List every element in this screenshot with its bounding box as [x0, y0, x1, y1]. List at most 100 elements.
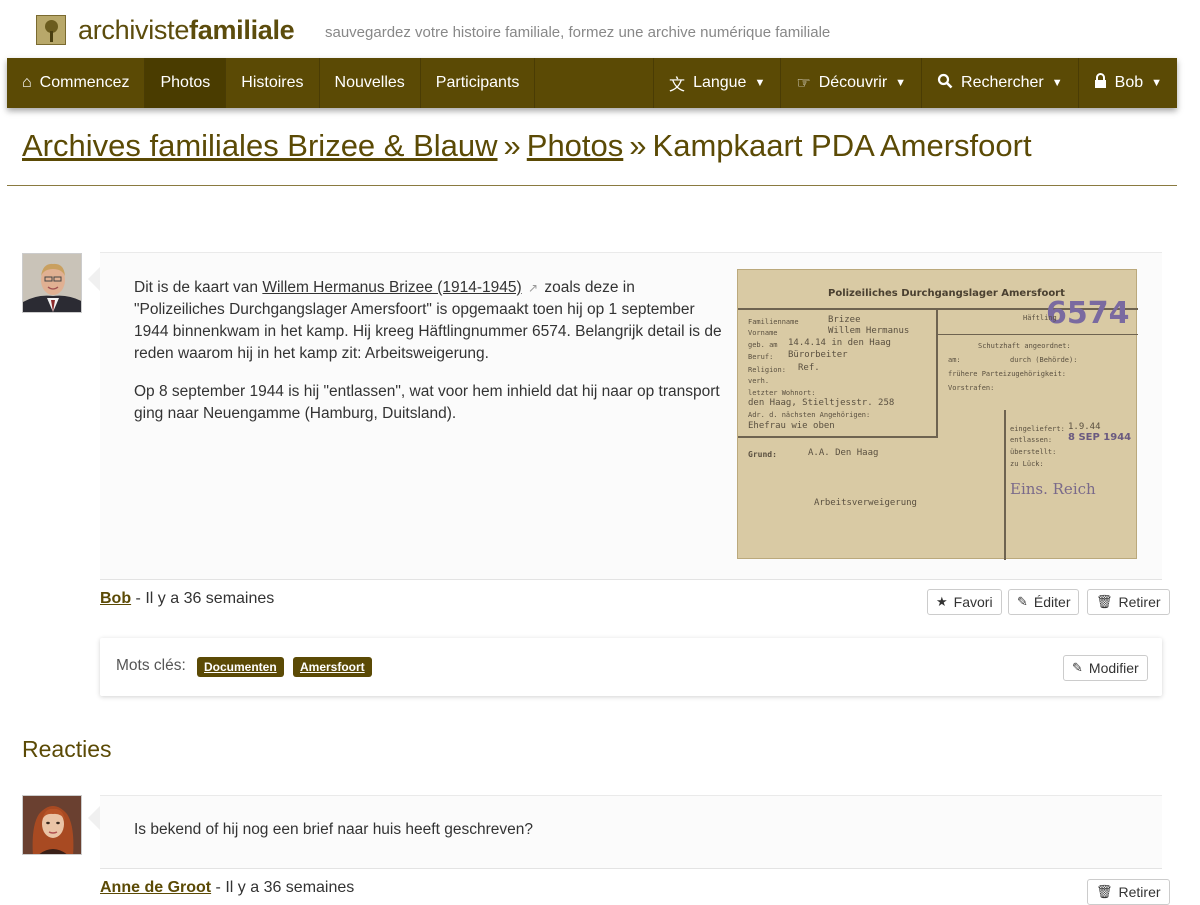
card-stamp: Eins. Reich — [1010, 480, 1096, 498]
chevron-down-icon: ▼ — [895, 77, 907, 89]
card-rule — [936, 308, 938, 438]
card-value-born: 14.4.14 in den Haag — [788, 338, 891, 348]
card-label-parteizugehorigkeit: frühere Parteizugehörigkeit: — [948, 370, 1067, 378]
card-label-uberstellt: überstellt: — [1010, 448, 1057, 456]
comment-text: Is bekend of hij nog een brief naar huis… — [134, 821, 533, 838]
brand-bold: familiale — [189, 14, 295, 45]
nav-langue[interactable]: 文 Langue ▼ — [653, 58, 780, 108]
nav-label: Bob — [1114, 74, 1144, 91]
breadcrumb: Archives familiales Brizee & Blauw» Photo… — [22, 128, 1032, 164]
nav-label: Langue — [693, 74, 747, 91]
nav-commencez[interactable]: ⌂ Commencez — [7, 58, 146, 108]
card-label-wohnort: letzter Wohnort: — [748, 389, 816, 397]
card-rule — [936, 334, 1138, 335]
nav-nouvelles[interactable]: Nouvelles — [320, 58, 421, 108]
card-prisoner-number: 6574 — [1046, 296, 1130, 331]
pencil-icon: ✎ — [1072, 660, 1083, 675]
post-footer-divider — [100, 579, 1162, 580]
card-value-first: Willem Hermanus — [828, 326, 910, 336]
card-value-job: Bürorbeiter — [788, 350, 848, 360]
avatar-bob[interactable] — [22, 253, 82, 313]
post-paragraph-1: Dit is de kaart van Willem Hermanus Briz… — [134, 277, 724, 365]
nav-label: Photos — [160, 74, 211, 91]
tag-documenten[interactable]: Documenten — [197, 657, 284, 677]
comment-bubble: Is bekend of hij nog een brief naar huis… — [88, 795, 1162, 868]
remove-label: Retirer — [1118, 594, 1161, 610]
camp-card-photo[interactable]: Polizeiliches Durchgangslager Amersfoort… — [737, 269, 1138, 560]
photo-post: Dit is de kaart van Willem Hermanus Briz… — [88, 252, 1162, 579]
card-label-eingeliefert: eingeliefert: — [1010, 425, 1065, 433]
card-value-out-date: 8 SEP 1944 — [1068, 432, 1132, 443]
site-tagline: sauvegardez votre histoire familiale, fo… — [325, 24, 831, 41]
card-label-vorname: Vorname — [748, 329, 778, 337]
author-link-bob[interactable]: Bob — [100, 590, 131, 607]
nav-participants[interactable]: Participants — [421, 58, 536, 108]
edit-button[interactable]: ✎ Éditer — [1008, 589, 1080, 615]
breadcrumb-archive-link[interactable]: Archives familiales Brizee & Blauw — [22, 128, 498, 163]
external-link-icon: ↗ — [527, 281, 539, 295]
card-label-vorstrafen: Vorstrafen: — [948, 384, 995, 392]
card-label-entlassen: entlassen: — [1010, 436, 1053, 444]
trash-icon: 🗑 — [1096, 594, 1113, 609]
card-label-religion: Religion: — [748, 366, 786, 374]
lock-icon — [1094, 72, 1107, 94]
card-value-religion: Ref. — [798, 363, 820, 373]
card-label-haftling: Häftling — [1023, 314, 1057, 322]
site-brand[interactable]: archivistefamiliale — [78, 14, 295, 46]
favorite-label: Favori — [953, 594, 993, 610]
nav-right: 文 Langue ▼ ☞ Découvrir ▼ Rechercher ▼ Bo… — [653, 58, 1177, 108]
card-label-grund: Grund: — [748, 450, 777, 459]
nav-decouvrir[interactable]: ☞ Découvrir ▼ — [780, 58, 921, 108]
reactions-heading: Reacties — [22, 736, 112, 762]
nav-user-bob[interactable]: Bob ▼ — [1077, 58, 1177, 108]
card-rule — [738, 436, 938, 438]
modify-label: Modifier — [1088, 660, 1139, 676]
comment-author: Anne de Groot - Il y a 36 semaines — [100, 879, 354, 897]
remove-button[interactable]: 🗑 Retirer — [1087, 589, 1170, 615]
tags-label: Mots clés: — [116, 657, 186, 674]
nav-rechercher[interactable]: Rechercher ▼ — [921, 58, 1078, 108]
post-author: Bob - Il y a 36 semaines — [100, 590, 274, 608]
post-paragraph-2: Op 8 september 1944 is hij "entlassen", … — [134, 383, 720, 422]
pencil-icon: ✎ — [1017, 594, 1028, 609]
page-title: Kampkaart PDA Amersfoort — [652, 128, 1032, 163]
translate-icon: 文 — [669, 77, 686, 94]
tree-logo-icon[interactable] — [36, 15, 66, 45]
favorite-button[interactable]: ★ Favori — [927, 589, 1002, 615]
comment-footer-divider — [100, 868, 1162, 869]
edit-label: Éditer — [1033, 594, 1071, 610]
chevron-down-icon: ▼ — [1051, 77, 1063, 89]
person-link-willem[interactable]: Willem Hermanus Brizee (1914-1945) — [262, 279, 521, 296]
card-label-am: am: — [948, 356, 961, 364]
home-icon: ⌂ — [22, 74, 32, 91]
site-header: archivistefamiliale — [36, 14, 295, 46]
nav-label: Rechercher — [961, 74, 1044, 91]
card-label-geb: geb. am — [748, 341, 778, 349]
author-link-anne[interactable]: Anne de Groot — [100, 879, 211, 896]
card-label-zu: zu Lück: — [1010, 460, 1044, 468]
hand-point-icon: ☞ — [796, 75, 811, 92]
card-value-grund: A.A. Den Haag — [808, 448, 879, 458]
modify-tags-button[interactable]: ✎ Modifier — [1063, 655, 1148, 681]
star-icon: ★ — [936, 594, 948, 609]
avatar-anne[interactable] — [22, 795, 82, 855]
trash-icon: 🗑 — [1096, 884, 1113, 899]
card-value-kin: Ehefrau wie oben — [748, 421, 835, 431]
nav-label: Histoires — [241, 74, 304, 91]
card-value-name: Brizee — [828, 315, 861, 325]
breadcrumb-photos-link[interactable]: Photos — [527, 128, 624, 163]
nav-photos[interactable]: Photos — [145, 58, 227, 108]
breadcrumb-separator: » — [503, 128, 521, 163]
card-label-durch: durch (Behörde): — [1010, 356, 1078, 364]
remove-label: Retirer — [1118, 884, 1161, 900]
card-value-address: den Haag, Stieltjesstr. 258 — [748, 398, 895, 408]
tag-amersfoort[interactable]: Amersfoort — [293, 657, 372, 677]
remove-comment-button[interactable]: 🗑 Retirer — [1087, 879, 1170, 905]
card-label-beruf: Beruf: — [748, 353, 774, 361]
card-title: Polizeiliches Durchgangslager Amersfoort — [828, 288, 1065, 299]
card-label-schutzhaft: Schutzhaft angeordnet: — [978, 342, 1071, 350]
search-icon — [937, 73, 953, 94]
card-label-angehorige: Adr. d. nächsten Angehörigen: — [748, 411, 871, 419]
nav-histoires[interactable]: Histoires — [226, 58, 320, 108]
